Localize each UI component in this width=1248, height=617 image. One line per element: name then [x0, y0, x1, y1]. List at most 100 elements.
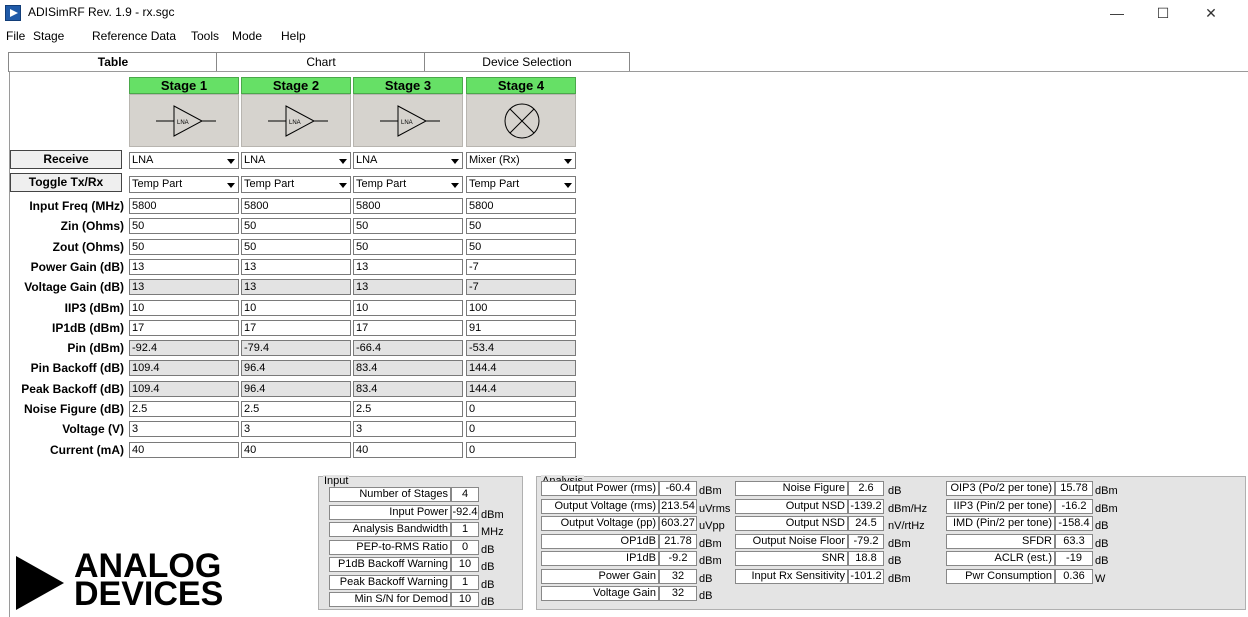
- stage-4-param-field[interactable]: 50: [466, 218, 576, 234]
- chevron-down-icon[interactable]: [223, 153, 238, 168]
- stage-3-header[interactable]: Stage 3: [353, 77, 463, 94]
- stage-1-param-field[interactable]: 13: [129, 259, 239, 275]
- chevron-down-icon[interactable]: [447, 177, 462, 192]
- menu-stage[interactable]: Stage: [33, 29, 64, 43]
- stage-3-part-select[interactable]: Temp Part: [353, 176, 463, 193]
- stage-4-header[interactable]: Stage 4: [466, 77, 576, 94]
- stage-4-symbol[interactable]: [466, 94, 576, 147]
- stage-1-part-select[interactable]: Temp Part: [129, 176, 239, 193]
- stage-1-param-field[interactable]: 2.5: [129, 401, 239, 417]
- receive-button[interactable]: Receive: [10, 150, 122, 169]
- analysis-param-label: Input Rx Sensitivity: [735, 569, 848, 584]
- row-label: Input Freq (MHz): [29, 199, 124, 213]
- chevron-down-icon[interactable]: [560, 153, 575, 168]
- minimize-button[interactable]: —: [1094, 3, 1140, 23]
- stage-4-param-field: -7: [466, 279, 576, 295]
- maximize-button[interactable]: ☐: [1140, 3, 1186, 23]
- stage-4-part-select[interactable]: Temp Part: [466, 176, 576, 193]
- stage-3-param-field[interactable]: 10: [353, 300, 463, 316]
- window-title: ADISimRF Rev. 1.9 - rx.sgc: [28, 5, 175, 19]
- stage-3-type-select[interactable]: LNA: [353, 152, 463, 169]
- stage-3-param-field[interactable]: 17: [353, 320, 463, 336]
- stage-2-header[interactable]: Stage 2: [241, 77, 351, 94]
- toggle-tx-rx-button[interactable]: Toggle Tx/Rx: [10, 173, 122, 192]
- stage-1-param-field[interactable]: 5800: [129, 198, 239, 214]
- chevron-down-icon[interactable]: [335, 153, 350, 168]
- mixer-icon: [504, 103, 540, 139]
- stage-2-param-field[interactable]: 5800: [241, 198, 351, 214]
- analysis-param-label: SNR: [735, 551, 848, 566]
- input-param-label: Peak Backoff Warning: [329, 575, 451, 590]
- stage-4-param-field[interactable]: 5800: [466, 198, 576, 214]
- stage-2-param-field[interactable]: 13: [241, 259, 351, 275]
- stage-3-symbol[interactable]: LNA: [353, 94, 463, 147]
- tab-table[interactable]: Table: [8, 52, 218, 72]
- input-param-label: Input Power: [329, 505, 451, 520]
- menu-mode[interactable]: Mode: [232, 29, 262, 43]
- stage-4-param-field[interactable]: 0: [466, 401, 576, 417]
- stage-4-param-field[interactable]: 0: [466, 421, 576, 437]
- chevron-down-icon[interactable]: [560, 177, 575, 192]
- stage-1-param-field[interactable]: 3: [129, 421, 239, 437]
- stage-2-param-field[interactable]: 50: [241, 239, 351, 255]
- stage-3-param-field: -66.4: [353, 340, 463, 356]
- stage-2-part-select[interactable]: Temp Part: [241, 176, 351, 193]
- close-button[interactable]: ✕: [1188, 3, 1234, 23]
- stage-2-type-select[interactable]: LNA: [241, 152, 351, 169]
- analysis-param-value: -101.2: [848, 569, 884, 584]
- stage-3-param-field[interactable]: 50: [353, 218, 463, 234]
- stage-2-param-field[interactable]: 40: [241, 442, 351, 458]
- input-param-value[interactable]: -92.4: [451, 505, 479, 520]
- stage-1-type-select[interactable]: LNA: [129, 152, 239, 169]
- stage-1-param-field[interactable]: 17: [129, 320, 239, 336]
- menu-file[interactable]: File: [6, 29, 25, 43]
- stage-1-symbol[interactable]: LNA: [129, 94, 239, 147]
- input-param-value[interactable]: 10: [451, 592, 479, 607]
- menu-bar: File Stage Reference Data Tools Mode Hel…: [0, 26, 1248, 46]
- analysis-param-label: IIP3 (Pin/2 per tone): [946, 499, 1055, 514]
- analysis-param-label: IMD (Pin/2 per tone): [946, 516, 1055, 531]
- stage-4-param-field[interactable]: 100: [466, 300, 576, 316]
- stage-2-param-field[interactable]: 17: [241, 320, 351, 336]
- stage-2-param-field[interactable]: 50: [241, 218, 351, 234]
- stage-4-param-field: 144.4: [466, 360, 576, 376]
- input-param-value[interactable]: 1: [451, 522, 479, 537]
- stage-2-param-field[interactable]: 10: [241, 300, 351, 316]
- input-param-label: Number of Stages: [329, 487, 451, 502]
- stage-3-param-field[interactable]: 3: [353, 421, 463, 437]
- stage-1-param-field[interactable]: 50: [129, 218, 239, 234]
- menu-reference-data[interactable]: Reference Data: [92, 29, 176, 43]
- stage-1-param-field[interactable]: 40: [129, 442, 239, 458]
- input-param-value[interactable]: 4: [451, 487, 479, 502]
- stage-1-param-field[interactable]: 50: [129, 239, 239, 255]
- stage-2-param-field[interactable]: 3: [241, 421, 351, 437]
- stage-3-param-field[interactable]: 5800: [353, 198, 463, 214]
- input-param-unit: MHz: [481, 526, 504, 538]
- stage-4-param-field[interactable]: 50: [466, 239, 576, 255]
- analysis-param-label: Output Voltage (pp): [541, 516, 659, 531]
- stage-1-param-field[interactable]: 10: [129, 300, 239, 316]
- chevron-down-icon[interactable]: [223, 177, 238, 192]
- stage-3-param-field[interactable]: 40: [353, 442, 463, 458]
- chevron-down-icon[interactable]: [335, 177, 350, 192]
- stage-4-param-field[interactable]: 91: [466, 320, 576, 336]
- menu-help[interactable]: Help: [281, 29, 306, 43]
- stage-2-param-field[interactable]: 2.5: [241, 401, 351, 417]
- stage-1-header[interactable]: Stage 1: [129, 77, 239, 94]
- tab-device-selection[interactable]: Device Selection: [424, 52, 630, 71]
- input-param-value[interactable]: 1: [451, 575, 479, 590]
- stage-4-param-field[interactable]: -7: [466, 259, 576, 275]
- input-param-value[interactable]: 0: [451, 540, 479, 555]
- stage-3-param-field[interactable]: 13: [353, 259, 463, 275]
- stage-2-symbol[interactable]: LNA: [241, 94, 351, 147]
- input-param-value[interactable]: 10: [451, 557, 479, 572]
- stage-3-param-field[interactable]: 2.5: [353, 401, 463, 417]
- stage-3-param-field[interactable]: 50: [353, 239, 463, 255]
- stage-4-type-select[interactable]: Mixer (Rx): [466, 152, 576, 169]
- chevron-down-icon[interactable]: [447, 153, 462, 168]
- stage-2-param-field: 13: [241, 279, 351, 295]
- row-label: Pin (dBm): [67, 341, 124, 355]
- stage-4-param-field[interactable]: 0: [466, 442, 576, 458]
- menu-tools[interactable]: Tools: [191, 29, 219, 43]
- tab-chart[interactable]: Chart: [216, 52, 426, 71]
